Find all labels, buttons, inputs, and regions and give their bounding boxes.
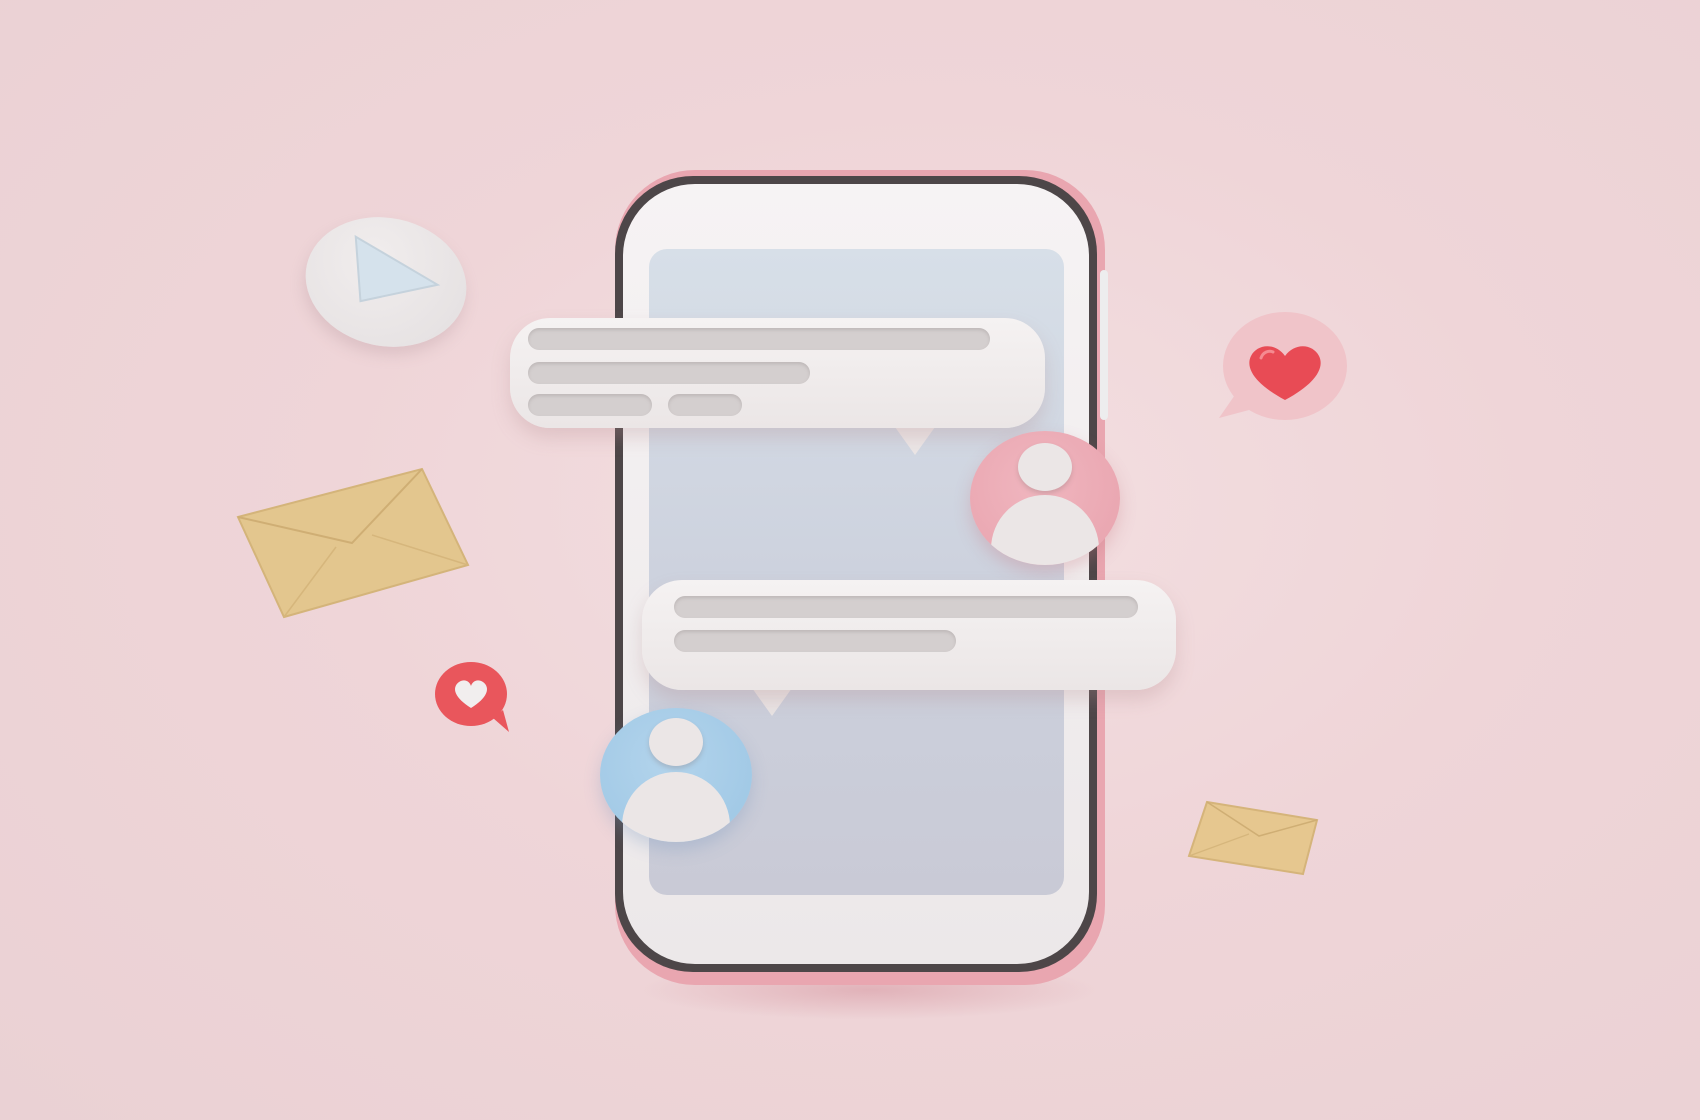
- avatar-head: [1018, 443, 1072, 491]
- message-line: [528, 394, 652, 416]
- play-icon: [354, 234, 441, 303]
- avatar-body: [622, 772, 730, 842]
- envelope-icon: [1187, 800, 1319, 876]
- play-disc: [293, 202, 479, 362]
- message-bubble: [642, 580, 1176, 690]
- message-line: [674, 630, 956, 652]
- message-line: [674, 596, 1138, 618]
- message-line: [528, 328, 990, 350]
- heart-icon: [1219, 312, 1347, 420]
- illustration-scene: [0, 0, 1700, 1120]
- message-line: [528, 362, 810, 384]
- message-tail: [895, 427, 935, 455]
- message-tail: [752, 688, 792, 716]
- message-line: [668, 394, 742, 416]
- heart-icon: [435, 662, 509, 732]
- message-bubble: [510, 318, 1045, 428]
- envelope-icon: [236, 467, 470, 619]
- avatar-body: [991, 495, 1099, 565]
- avatar-head: [649, 718, 703, 766]
- phone-side-button: [1100, 270, 1108, 420]
- avatar: [970, 431, 1120, 565]
- avatar: [600, 708, 752, 842]
